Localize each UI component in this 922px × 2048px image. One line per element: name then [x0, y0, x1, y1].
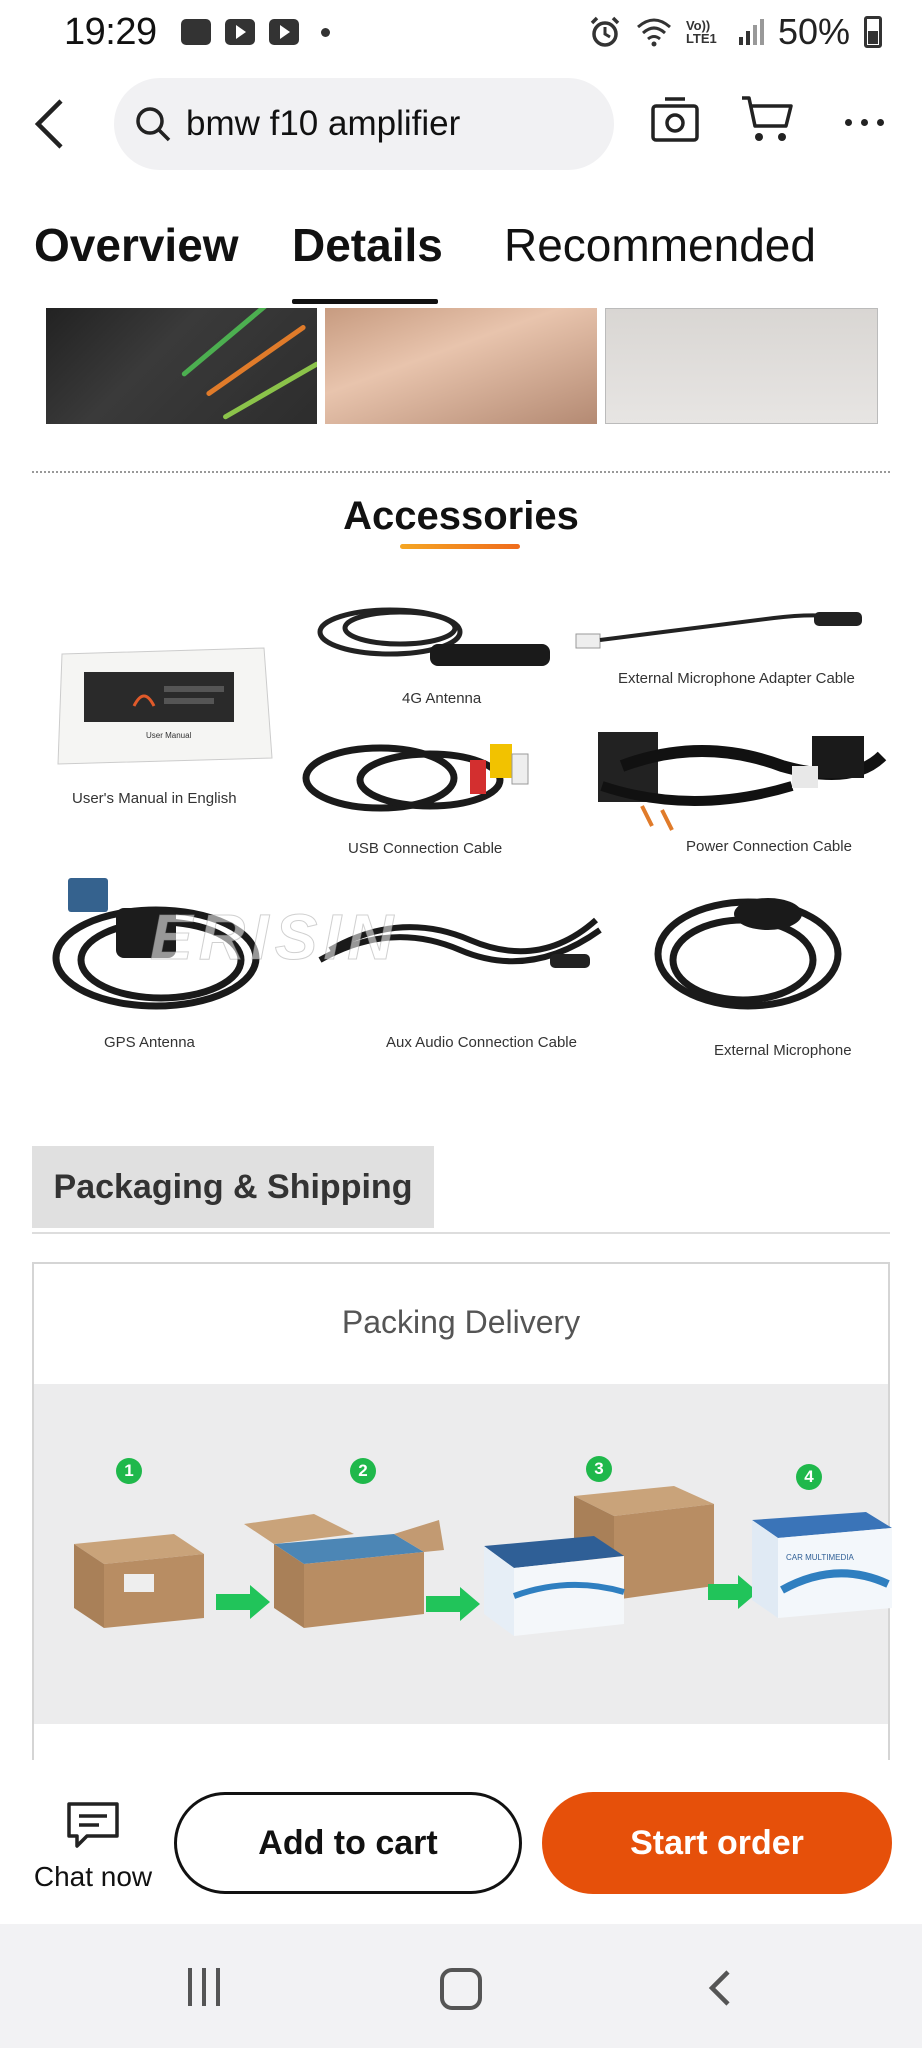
device-photo — [604, 308, 878, 424]
watermark-logo: ERISIN — [149, 901, 400, 974]
search-header: bmw f10 amplifier — [0, 72, 922, 176]
manual-image: User Manual — [57, 647, 273, 765]
harness-image — [598, 732, 887, 831]
more-icon — [844, 118, 852, 126]
home-button[interactable] — [440, 1968, 482, 2010]
accessory-label: External Microphone Adapter Cable — [618, 670, 855, 687]
recent-apps-button[interactable] — [184, 1968, 224, 2008]
cart-button[interactable] — [740, 94, 796, 150]
youtube-icon — [224, 19, 255, 45]
product-image-strip — [46, 308, 878, 424]
status-bar: 19:29 Vo)) LTE1 50% — [0, 0, 922, 64]
action-bar: Chat now Add to cart Start order — [0, 1760, 922, 1924]
hand-photo — [325, 308, 597, 424]
chat-now-button[interactable]: Chat now — [28, 1800, 158, 1896]
search-icon — [136, 107, 171, 142]
image-search-button[interactable] — [650, 96, 706, 152]
add-to-cart-button[interactable]: Add to cart — [174, 1792, 522, 1894]
packaging-tab[interactable]: Packaging & Shipping — [32, 1146, 434, 1228]
accessory-label: Power Connection Cable — [686, 838, 852, 855]
antenna-image — [317, 607, 550, 666]
notification-icons — [180, 19, 330, 45]
microphone-image — [654, 898, 842, 1010]
detail-tabs: Overview Details Recommended — [0, 200, 922, 310]
status-time: 19:29 — [64, 10, 157, 53]
packing-steps-panel: 1 2 3 4 CAR MULTIMEDIA — [34, 1384, 892, 1724]
retail-box-image: CAR MULTIMEDIA — [752, 1512, 892, 1618]
system-status: Vo)) LTE1 50% — [588, 11, 882, 53]
chat-icon — [67, 1802, 119, 1848]
accessory-label: 4G Antenna — [402, 690, 482, 707]
recents-icon — [188, 1968, 192, 2006]
network-label: Vo)) LTE1 — [685, 18, 717, 46]
open-box-image — [244, 1514, 444, 1628]
product-box-image — [484, 1486, 714, 1636]
packing-title: Packing Delivery — [341, 1304, 581, 1340]
step-number: 4 — [796, 1464, 822, 1490]
signal-icon — [738, 19, 764, 45]
arrow-icon — [426, 1587, 480, 1621]
search-input[interactable]: bmw f10 amplifier — [114, 78, 614, 170]
sealed-box-image — [74, 1534, 204, 1628]
cart-icon — [742, 96, 793, 141]
more-options-button[interactable] — [836, 94, 892, 150]
back-button[interactable] — [24, 96, 74, 152]
tab-recommended[interactable]: Recommended — [504, 218, 816, 272]
tab-details[interactable]: Details — [292, 218, 443, 272]
accessory-label: User's Manual in English — [72, 790, 237, 807]
box-print: CAR MULTIMEDIA — [786, 1553, 855, 1562]
back-icon — [708, 1970, 730, 2006]
wifi-icon — [636, 18, 671, 47]
accessory-label: External Microphone — [714, 1042, 852, 1059]
accessories-title: Accessories — [343, 494, 579, 538]
accessory-label: Aux Audio Connection Cable — [386, 1034, 577, 1051]
gallery-icon — [180, 19, 211, 45]
packaging-divider — [32, 1232, 890, 1234]
system-nav-bar — [0, 1924, 922, 2048]
alarm-icon — [590, 16, 620, 47]
step-number: 2 — [350, 1458, 376, 1484]
accessories-underline — [400, 544, 520, 549]
chevron-left-icon — [34, 99, 63, 149]
adapter-cable-image — [575, 612, 862, 649]
arrow-icon — [708, 1575, 758, 1609]
section-divider — [32, 471, 890, 473]
accessory-label: GPS Antenna — [104, 1034, 195, 1051]
camera-icon — [651, 97, 699, 142]
youtube-icon — [268, 19, 299, 45]
battery-percent: 50% — [777, 11, 850, 52]
packing-delivery-card: Packing Delivery 1 2 3 4 CAR MULTIMEDIA — [32, 1262, 892, 1762]
search-query: bmw f10 amplifier — [186, 104, 461, 143]
accessory-label: USB Connection Cable — [348, 840, 503, 857]
more-notifications-icon — [320, 27, 330, 37]
battery-icon — [864, 16, 882, 48]
system-back-button[interactable] — [702, 1968, 742, 2008]
step-number: 1 — [116, 1458, 142, 1484]
usb-cable-image — [302, 744, 529, 812]
wiring-photo — [46, 308, 318, 424]
tab-overview[interactable]: Overview — [34, 218, 239, 272]
manual-caption: User Manual — [146, 731, 192, 740]
start-order-button[interactable]: Start order — [542, 1792, 892, 1894]
chat-now-label: Chat now — [33, 1861, 153, 1892]
active-tab-indicator — [292, 299, 438, 304]
